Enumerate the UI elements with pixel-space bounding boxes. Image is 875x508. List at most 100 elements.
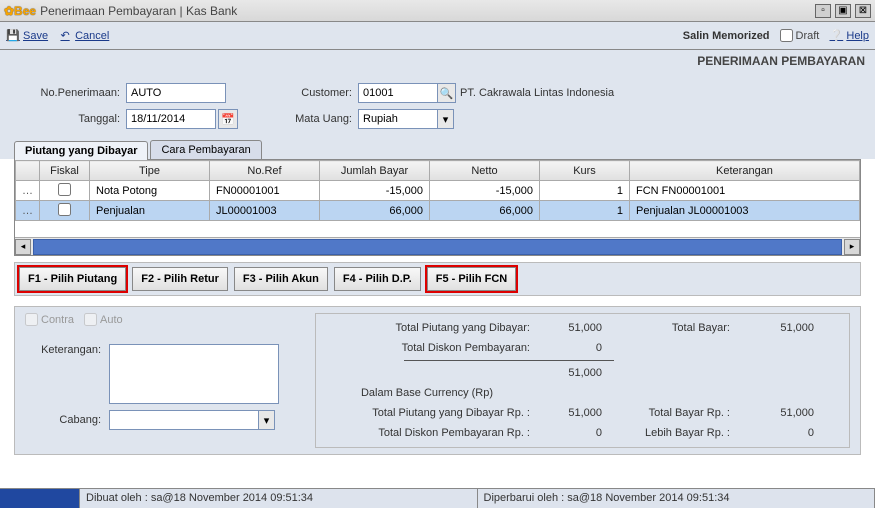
tab-strip: Piutang yang Dibayar Cara Pembayaran bbox=[0, 134, 875, 159]
salin-memorized-button[interactable]: Salin Memorized bbox=[683, 30, 770, 42]
total-diskon-value: 0 bbox=[534, 342, 614, 354]
matauang-label: Mata Uang: bbox=[278, 113, 358, 125]
cell-noref: FN00001001 bbox=[210, 181, 320, 201]
chevron-down-icon[interactable]: ▾ bbox=[259, 410, 275, 430]
lebih-bayar-rp-value: 0 bbox=[734, 427, 814, 439]
keterangan-label: Keterangan: bbox=[25, 344, 105, 356]
chevron-down-icon[interactable]: ▾ bbox=[438, 109, 454, 129]
status-updated: Diperbarui oleh : sa@18 November 2014 09… bbox=[478, 489, 875, 508]
f1-pilih-piutang-button[interactable]: F1 - Pilih Piutang bbox=[19, 267, 126, 291]
fiskal-checkbox[interactable] bbox=[58, 203, 71, 216]
cancel-icon: ↶ bbox=[58, 29, 72, 43]
no-penerimaan-input[interactable] bbox=[126, 83, 226, 103]
horizontal-scrollbar[interactable]: ◂ ▸ bbox=[15, 237, 860, 255]
col-handle bbox=[16, 161, 40, 181]
total-diskon-rp-label: Total Diskon Pembayaran Rp. : bbox=[324, 427, 534, 439]
total-piutang-rp-label: Total Piutang yang Dibayar Rp. : bbox=[324, 407, 534, 419]
fkey-bar: F1 - Pilih Piutang F2 - Pilih Retur F3 -… bbox=[14, 262, 861, 296]
close-icon[interactable]: ⊠ bbox=[855, 4, 871, 18]
col-keterangan[interactable]: Keterangan bbox=[630, 161, 860, 181]
section-title: PENERIMAAN PEMBAYARAN bbox=[0, 50, 875, 72]
matauang-input[interactable] bbox=[358, 109, 438, 129]
help-button[interactable]: ❔ Help bbox=[829, 29, 869, 43]
keterangan-textarea[interactable] bbox=[109, 344, 279, 404]
search-icon[interactable]: 🔍 bbox=[438, 83, 456, 103]
col-fiskal[interactable]: Fiskal bbox=[40, 161, 90, 181]
tanggal-input[interactable] bbox=[126, 109, 216, 129]
customer-name: PT. Cakrawala Lintas Indonesia bbox=[460, 87, 614, 99]
no-penerimaan-label: No.Penerimaan: bbox=[16, 87, 126, 99]
col-noref[interactable]: No.Ref bbox=[210, 161, 320, 181]
calendar-icon[interactable]: 📅 bbox=[218, 109, 238, 129]
tab-cara-pembayaran[interactable]: Cara Pembayaran bbox=[150, 140, 261, 159]
maximize-icon[interactable]: ▣ bbox=[835, 4, 851, 18]
table-row[interactable]: … Nota Potong FN00001001 -15,000 -15,000… bbox=[16, 181, 860, 201]
bee-logo: ✿Bee bbox=[4, 4, 36, 18]
row-handle[interactable]: … bbox=[16, 201, 40, 221]
cell-kurs: 1 bbox=[540, 201, 630, 221]
draft-label: Draft bbox=[796, 30, 820, 42]
cell-keterangan: FCN FN00001001 bbox=[630, 181, 860, 201]
col-tipe[interactable]: Tipe bbox=[90, 161, 210, 181]
base-currency-label: Dalam Base Currency (Rp) bbox=[324, 387, 534, 399]
total-bayar-value: 51,000 bbox=[734, 322, 814, 334]
toolbar: 💾 Save ↶ Cancel Salin Memorized Draft ❔ … bbox=[0, 22, 875, 50]
cell-tipe: Penjualan bbox=[90, 201, 210, 221]
status-created: Dibuat oleh : sa@18 November 2014 09:51:… bbox=[80, 489, 478, 508]
tanggal-label: Tanggal: bbox=[16, 113, 126, 125]
total-piutang-value: 51,000 bbox=[534, 322, 614, 334]
status-bar: Dibuat oleh : sa@18 November 2014 09:51:… bbox=[0, 488, 875, 508]
cell-netto: 66,000 bbox=[430, 201, 540, 221]
col-jumlah[interactable]: Jumlah Bayar bbox=[320, 161, 430, 181]
cell-netto: -15,000 bbox=[430, 181, 540, 201]
f3-pilih-akun-button[interactable]: F3 - Pilih Akun bbox=[234, 267, 328, 291]
total-piutang-rp-value: 51,000 bbox=[534, 407, 614, 419]
total-bayar-rp-value: 51,000 bbox=[734, 407, 814, 419]
draft-checkbox[interactable]: Draft bbox=[780, 29, 820, 42]
help-label: Help bbox=[846, 30, 869, 42]
total-bayar-rp-label: Total Bayar Rp. : bbox=[614, 407, 734, 419]
tab-piutang[interactable]: Piutang yang Dibayar bbox=[14, 141, 148, 160]
f5-pilih-fcn-button[interactable]: F5 - Pilih FCN bbox=[427, 267, 517, 291]
cell-jumlah: -15,000 bbox=[320, 181, 430, 201]
minimize-icon[interactable]: ▫ bbox=[815, 4, 831, 18]
customer-label: Customer: bbox=[278, 87, 358, 99]
lebih-bayar-rp-label: Lebih Bayar Rp. : bbox=[614, 427, 734, 439]
cabang-label: Cabang: bbox=[25, 414, 105, 426]
total-piutang-label: Total Piutang yang Dibayar: bbox=[324, 322, 534, 334]
save-label: Save bbox=[23, 30, 48, 42]
f2-pilih-retur-button[interactable]: F2 - Pilih Retur bbox=[132, 267, 228, 291]
total-diskon-rp-value: 0 bbox=[534, 427, 614, 439]
cell-jumlah: 66,000 bbox=[320, 201, 430, 221]
cell-tipe: Nota Potong bbox=[90, 181, 210, 201]
cancel-label: Cancel bbox=[75, 30, 109, 42]
cell-kurs: 1 bbox=[540, 181, 630, 201]
col-netto[interactable]: Netto bbox=[430, 161, 540, 181]
scroll-right-icon[interactable]: ▸ bbox=[844, 239, 860, 255]
save-icon: 💾 bbox=[6, 29, 20, 43]
row-handle[interactable]: … bbox=[16, 181, 40, 201]
auto-checkbox: Auto bbox=[84, 313, 123, 326]
customer-code-input[interactable] bbox=[358, 83, 438, 103]
total-bayar-label: Total Bayar: bbox=[614, 322, 734, 334]
form-panel: No.Penerimaan: Tanggal: 📅 Customer: 🔍 bbox=[0, 72, 875, 134]
contra-checkbox: Contra bbox=[25, 313, 74, 326]
grid: Fiskal Tipe No.Ref Jumlah Bayar Netto Ku… bbox=[14, 159, 861, 256]
scroll-left-icon[interactable]: ◂ bbox=[15, 239, 31, 255]
scroll-track[interactable] bbox=[33, 239, 842, 255]
table-row[interactable]: … Penjualan JL00001003 66,000 66,000 1 P… bbox=[16, 201, 860, 221]
status-accent bbox=[0, 489, 80, 508]
save-button[interactable]: 💾 Save bbox=[6, 29, 48, 43]
window-title: Penerimaan Pembayaran | Kas Bank bbox=[40, 4, 237, 18]
cell-keterangan: Penjualan JL00001003 bbox=[630, 201, 860, 221]
col-kurs[interactable]: Kurs bbox=[540, 161, 630, 181]
draft-check-input[interactable] bbox=[780, 29, 793, 42]
title-bar: ✿Bee Penerimaan Pembayaran | Kas Bank ▫ … bbox=[0, 0, 875, 22]
subtotal-value: 51,000 bbox=[534, 367, 614, 379]
cancel-button[interactable]: ↶ Cancel bbox=[58, 29, 109, 43]
fiskal-checkbox[interactable] bbox=[58, 183, 71, 196]
cabang-combo[interactable] bbox=[109, 410, 259, 430]
total-diskon-label: Total Diskon Pembayaran: bbox=[324, 342, 534, 354]
f4-pilih-dp-button[interactable]: F4 - Pilih D.P. bbox=[334, 267, 421, 291]
totals-panel: Contra Auto Keterangan: Cabang: ▾ bbox=[14, 306, 861, 455]
